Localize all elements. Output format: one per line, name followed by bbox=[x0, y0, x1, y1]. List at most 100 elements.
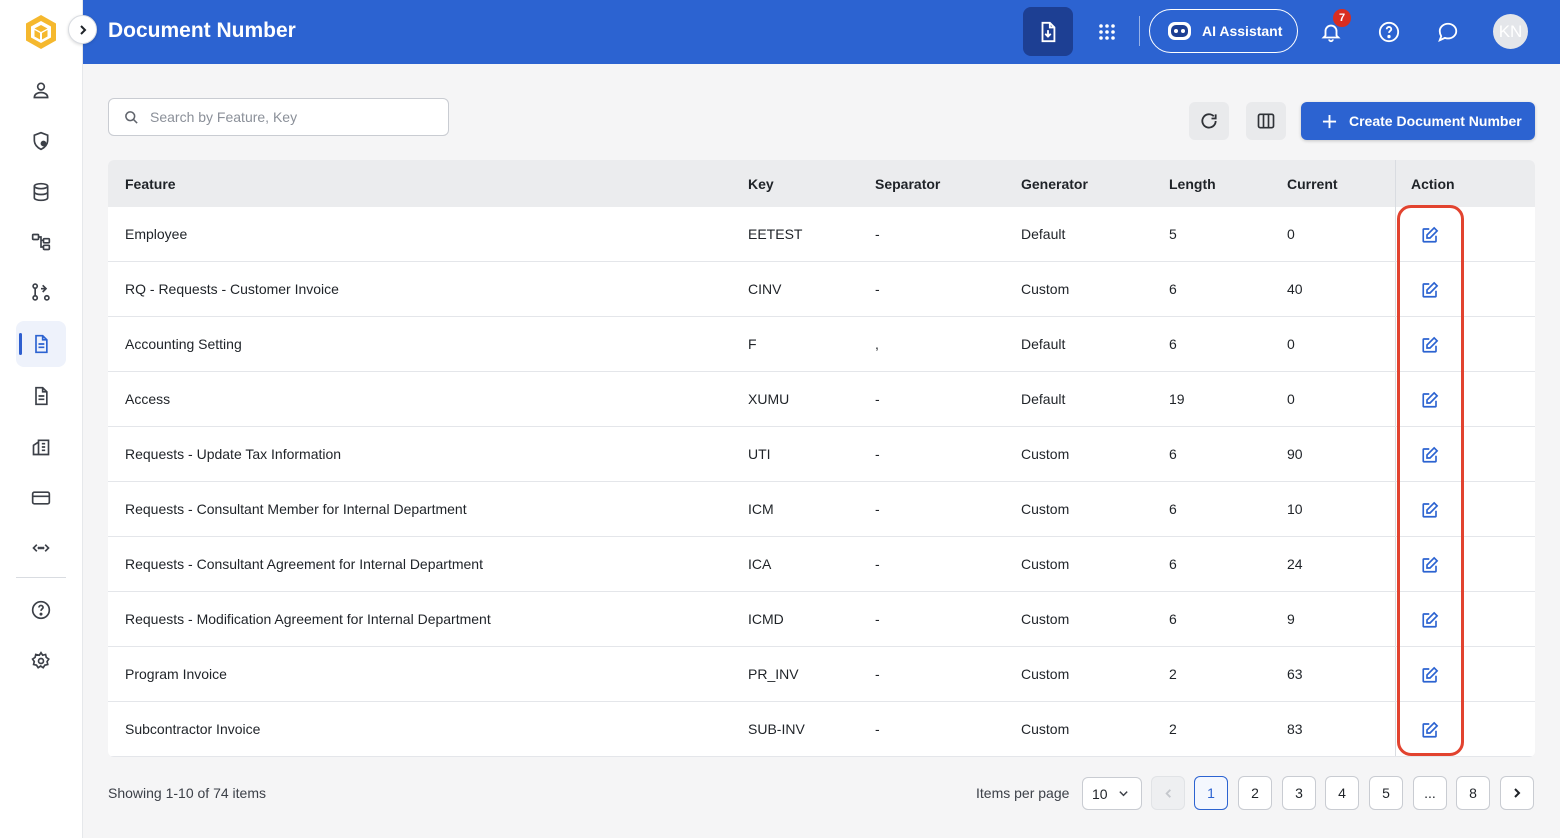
pagination-page-1[interactable]: 1 bbox=[1194, 776, 1228, 810]
sidebar-item-payments[interactable] bbox=[16, 475, 66, 521]
refresh-button[interactable] bbox=[1189, 102, 1229, 140]
pagination-page-8[interactable]: 8 bbox=[1456, 776, 1490, 810]
chevron-down-icon bbox=[1118, 791, 1128, 797]
cell-current: 10 bbox=[1287, 501, 1303, 517]
edit-button[interactable] bbox=[1419, 444, 1441, 466]
column-header-length[interactable]: Length bbox=[1169, 176, 1216, 192]
sidebar-divider bbox=[16, 577, 66, 578]
edit-icon bbox=[1422, 501, 1439, 518]
sidebar-item-database[interactable] bbox=[16, 169, 66, 215]
table-body: Employee EETEST - Default 5 0 RQ - Requests - … bbox=[108, 207, 1535, 757]
cell-generator: Custom bbox=[1021, 501, 1070, 517]
workflow-icon bbox=[32, 283, 50, 301]
cell-length: 6 bbox=[1169, 611, 1177, 627]
cell-key: PR_INV bbox=[748, 666, 799, 682]
chat-button[interactable] bbox=[1432, 16, 1464, 48]
table-row: Employee EETEST - Default 5 0 bbox=[108, 207, 1535, 262]
cell-length: 6 bbox=[1169, 556, 1177, 572]
edit-button[interactable] bbox=[1419, 334, 1441, 356]
sidebar-item-integrations[interactable] bbox=[16, 525, 66, 571]
credit-card-icon bbox=[31, 491, 51, 505]
items-per-page-value: 10 bbox=[1092, 785, 1108, 802]
action-column-divider bbox=[1395, 537, 1396, 591]
cell-generator: Default bbox=[1021, 226, 1066, 242]
pagination-ellipsis[interactable]: ... bbox=[1413, 776, 1447, 810]
cell-key: SUB-INV bbox=[748, 721, 805, 737]
user-avatar[interactable]: KN bbox=[1493, 14, 1528, 49]
edit-button[interactable] bbox=[1419, 224, 1441, 246]
cell-length: 6 bbox=[1169, 446, 1177, 462]
edit-icon bbox=[1422, 336, 1439, 353]
table-header: Feature Key Separator Generator Length C… bbox=[108, 160, 1535, 207]
ai-assistant-button[interactable]: AI Assistant bbox=[1149, 9, 1298, 53]
pagination-summary: Showing 1-10 of 74 items bbox=[108, 785, 266, 801]
robot-icon bbox=[1168, 22, 1191, 40]
sidebar-item-users[interactable] bbox=[16, 67, 66, 113]
column-header-feature[interactable]: Feature bbox=[125, 176, 176, 192]
create-document-number-button[interactable]: Create Document Number bbox=[1301, 102, 1535, 140]
sidebar-item-workflow[interactable] bbox=[16, 269, 66, 315]
edit-button[interactable] bbox=[1419, 664, 1441, 686]
apps-menu-button[interactable] bbox=[1091, 16, 1123, 48]
pagination-page-5[interactable]: 5 bbox=[1369, 776, 1403, 810]
pagination-page-4[interactable]: 4 bbox=[1325, 776, 1359, 810]
items-per-page-select[interactable]: 10 bbox=[1082, 777, 1142, 810]
cell-length: 6 bbox=[1169, 336, 1177, 352]
action-column-divider bbox=[1395, 482, 1396, 536]
cell-feature: RQ - Requests - Customer Invoice bbox=[125, 281, 339, 297]
code-arrows-icon bbox=[32, 544, 50, 552]
cell-length: 2 bbox=[1169, 666, 1177, 682]
sidebar-item-hierarchy[interactable] bbox=[16, 219, 66, 265]
database-icon bbox=[33, 182, 49, 202]
pagination-page-2[interactable]: 2 bbox=[1238, 776, 1272, 810]
sidebar-item-document-number[interactable] bbox=[16, 321, 66, 367]
edit-button[interactable] bbox=[1419, 609, 1441, 631]
table-row: Subcontractor Invoice SUB-INV - Custom 2 83 bbox=[108, 702, 1535, 757]
column-header-separator[interactable]: Separator bbox=[875, 176, 940, 192]
column-header-current[interactable]: Current bbox=[1287, 176, 1338, 192]
download-button[interactable] bbox=[1023, 7, 1073, 56]
pagination-next-button[interactable] bbox=[1500, 776, 1534, 810]
cell-separator: - bbox=[875, 666, 880, 682]
column-header-action: Action bbox=[1411, 175, 1455, 192]
table-row: RQ - Requests - Customer Invoice CINV - Cus… bbox=[108, 262, 1535, 317]
table-row: Requests - Modification Agreement for In… bbox=[108, 592, 1535, 647]
sidebar-item-settings[interactable] bbox=[16, 638, 66, 684]
search-box[interactable] bbox=[108, 98, 449, 136]
edit-button[interactable] bbox=[1419, 499, 1441, 521]
sidebar-toggle-button[interactable] bbox=[68, 15, 97, 44]
items-per-page-label: Items per page bbox=[976, 785, 1070, 801]
cell-separator: - bbox=[875, 281, 880, 297]
pagination-prev-button[interactable] bbox=[1151, 776, 1185, 810]
edit-button[interactable] bbox=[1419, 719, 1441, 741]
cell-generator: Default bbox=[1021, 391, 1066, 407]
sidebar bbox=[0, 0, 83, 838]
help-button[interactable] bbox=[1373, 16, 1405, 48]
cell-generator: Custom bbox=[1021, 611, 1070, 627]
action-column-divider bbox=[1395, 262, 1396, 316]
action-column-divider bbox=[1395, 702, 1396, 756]
edit-icon bbox=[1422, 391, 1439, 408]
cell-generator: Default bbox=[1021, 336, 1066, 352]
cell-current: 83 bbox=[1287, 721, 1303, 737]
edit-button[interactable] bbox=[1419, 389, 1441, 411]
document-number-icon bbox=[35, 334, 48, 354]
cell-current: 24 bbox=[1287, 556, 1303, 572]
column-header-generator[interactable]: Generator bbox=[1021, 176, 1088, 192]
edit-icon bbox=[1422, 611, 1439, 628]
edit-icon bbox=[1422, 556, 1439, 573]
columns-toggle-button[interactable] bbox=[1246, 102, 1286, 140]
page-title: Document Number bbox=[108, 19, 296, 42]
sidebar-item-documents[interactable] bbox=[16, 373, 66, 419]
sidebar-item-security[interactable] bbox=[16, 118, 66, 164]
column-header-key[interactable]: Key bbox=[748, 176, 774, 192]
edit-icon bbox=[1422, 226, 1439, 243]
sidebar-item-buildings[interactable] bbox=[16, 424, 66, 470]
pagination-page-3[interactable]: 3 bbox=[1282, 776, 1316, 810]
table-row: Requests - Update Tax Information UTI - Cus… bbox=[108, 427, 1535, 482]
edit-button[interactable] bbox=[1419, 279, 1441, 301]
edit-button[interactable] bbox=[1419, 554, 1441, 576]
table-row: Access XUMU - Default 19 0 bbox=[108, 372, 1535, 427]
sidebar-item-help[interactable] bbox=[16, 587, 66, 633]
search-input[interactable] bbox=[150, 109, 430, 125]
